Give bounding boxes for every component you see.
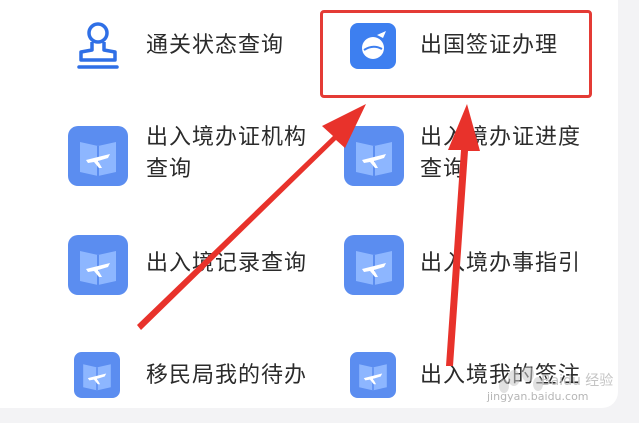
watermark-brand: Baidu 经验 bbox=[541, 373, 614, 389]
watermark-url: jingyan.baidu.com bbox=[487, 390, 589, 403]
annotation-arrows bbox=[137, 104, 480, 366]
arrow-left bbox=[137, 104, 366, 330]
arrow-right bbox=[446, 104, 480, 366]
